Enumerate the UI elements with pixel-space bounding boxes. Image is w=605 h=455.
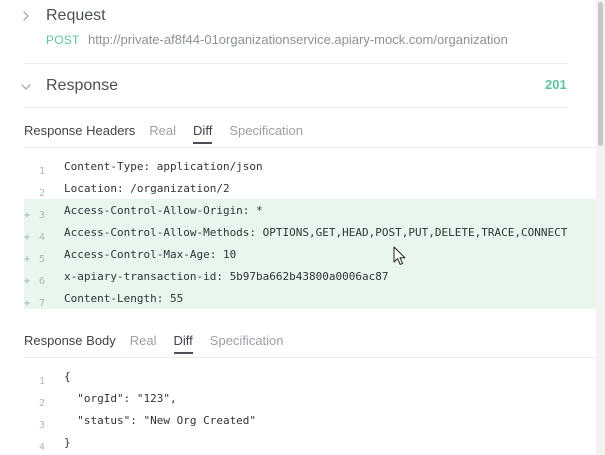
code-line: 3 "status": "New Org Created" xyxy=(24,409,597,432)
line-number: 1 xyxy=(39,166,46,177)
headers-tab-divider xyxy=(24,147,597,148)
tab-body-specification[interactable]: Specification xyxy=(210,333,284,354)
chevron-right-icon[interactable] xyxy=(20,10,32,22)
code-text: "status": "New Org Created" xyxy=(64,413,257,427)
chevron-down-icon[interactable] xyxy=(20,81,32,93)
line-number: 5 xyxy=(39,254,46,265)
code-text: Access-Control-Max-Age: 10 xyxy=(64,247,237,261)
code-line: 1 { xyxy=(24,365,597,388)
response-body-tabbar: Response Body Real Diff Specification xyxy=(24,333,301,357)
vertical-scrollbar[interactable] xyxy=(596,0,605,455)
added-marker: + xyxy=(24,298,31,309)
code-text: { xyxy=(64,369,71,383)
code-text: Access-Control-Allow-Origin: * xyxy=(64,203,263,217)
code-text: Location: /organization/2 xyxy=(64,181,230,195)
mouse-pointer-icon xyxy=(393,246,406,265)
tab-headers-real[interactable]: Real xyxy=(149,123,176,144)
code-text: "orgId": "123", xyxy=(64,391,177,405)
added-marker: + xyxy=(24,254,31,265)
code-line-added: +4 Access-Control-Allow-Methods: OPTIONS… xyxy=(24,221,597,243)
body-tab-divider xyxy=(24,357,597,358)
tab-body-real[interactable]: Real xyxy=(130,333,157,354)
request-url[interactable]: http://private-af8f44-01organizationserv… xyxy=(88,32,508,47)
tab-body-diff[interactable]: Diff xyxy=(173,333,194,354)
line-number: 2 xyxy=(39,398,46,409)
code-line-added: +3 Access-Control-Allow-Origin: * xyxy=(24,199,597,221)
code-text: } xyxy=(64,435,71,449)
line-number: 1 xyxy=(39,376,46,387)
response-body-code: 1 { 2 "orgId": "123", 3 "status": "New O… xyxy=(24,365,597,454)
line-number: 2 xyxy=(39,188,46,199)
code-line: 1 Content-Type: application/json xyxy=(24,155,597,178)
line-number: 4 xyxy=(39,442,46,453)
code-line: 2 Location: /organization/2 xyxy=(24,177,597,200)
line-number: 6 xyxy=(39,276,46,287)
response-title[interactable]: Response xyxy=(46,77,118,95)
tab-headers-specification[interactable]: Specification xyxy=(229,123,303,144)
response-headers-code: 1 Content-Type: application/json 2 Locat… xyxy=(24,155,597,309)
request-divider xyxy=(24,63,568,64)
code-text: Content-Type: application/json xyxy=(64,159,263,173)
added-marker: + xyxy=(24,232,31,243)
added-marker: + xyxy=(24,276,31,287)
code-line: 4 } xyxy=(24,431,597,454)
code-line-added: +6 x-apiary-transaction-id: 5b97ba662b43… xyxy=(24,265,597,287)
code-text: x-apiary-transaction-id: 5b97ba662b43800… xyxy=(64,269,389,283)
response-headers-heading: Response Headers xyxy=(24,123,136,138)
code-text: Access-Control-Allow-Methods: OPTIONS,GE… xyxy=(64,225,568,239)
line-number: 3 xyxy=(39,420,46,431)
tab-headers-diff[interactable]: Diff xyxy=(193,123,213,144)
code-line-added: +5 Access-Control-Max-Age: 10 xyxy=(24,243,597,265)
code-text: Content-Length: 55 xyxy=(64,291,184,305)
scrollbar-thumb[interactable] xyxy=(598,2,603,146)
line-number: 4 xyxy=(39,232,46,243)
line-number: 3 xyxy=(39,210,46,221)
code-line: 2 "orgId": "123", xyxy=(24,387,597,410)
request-method-badge: POST xyxy=(46,33,80,47)
response-body-heading: Response Body xyxy=(24,333,116,348)
status-code-badge: 201 xyxy=(545,77,567,92)
code-line-added: +7 Content-Length: 55 xyxy=(24,287,597,309)
request-title[interactable]: Request xyxy=(46,7,106,25)
response-headers-tabbar: Response Headers Real Diff Specification xyxy=(24,123,320,147)
response-divider xyxy=(24,107,568,108)
line-number: 7 xyxy=(39,298,46,309)
added-marker: + xyxy=(24,210,31,221)
